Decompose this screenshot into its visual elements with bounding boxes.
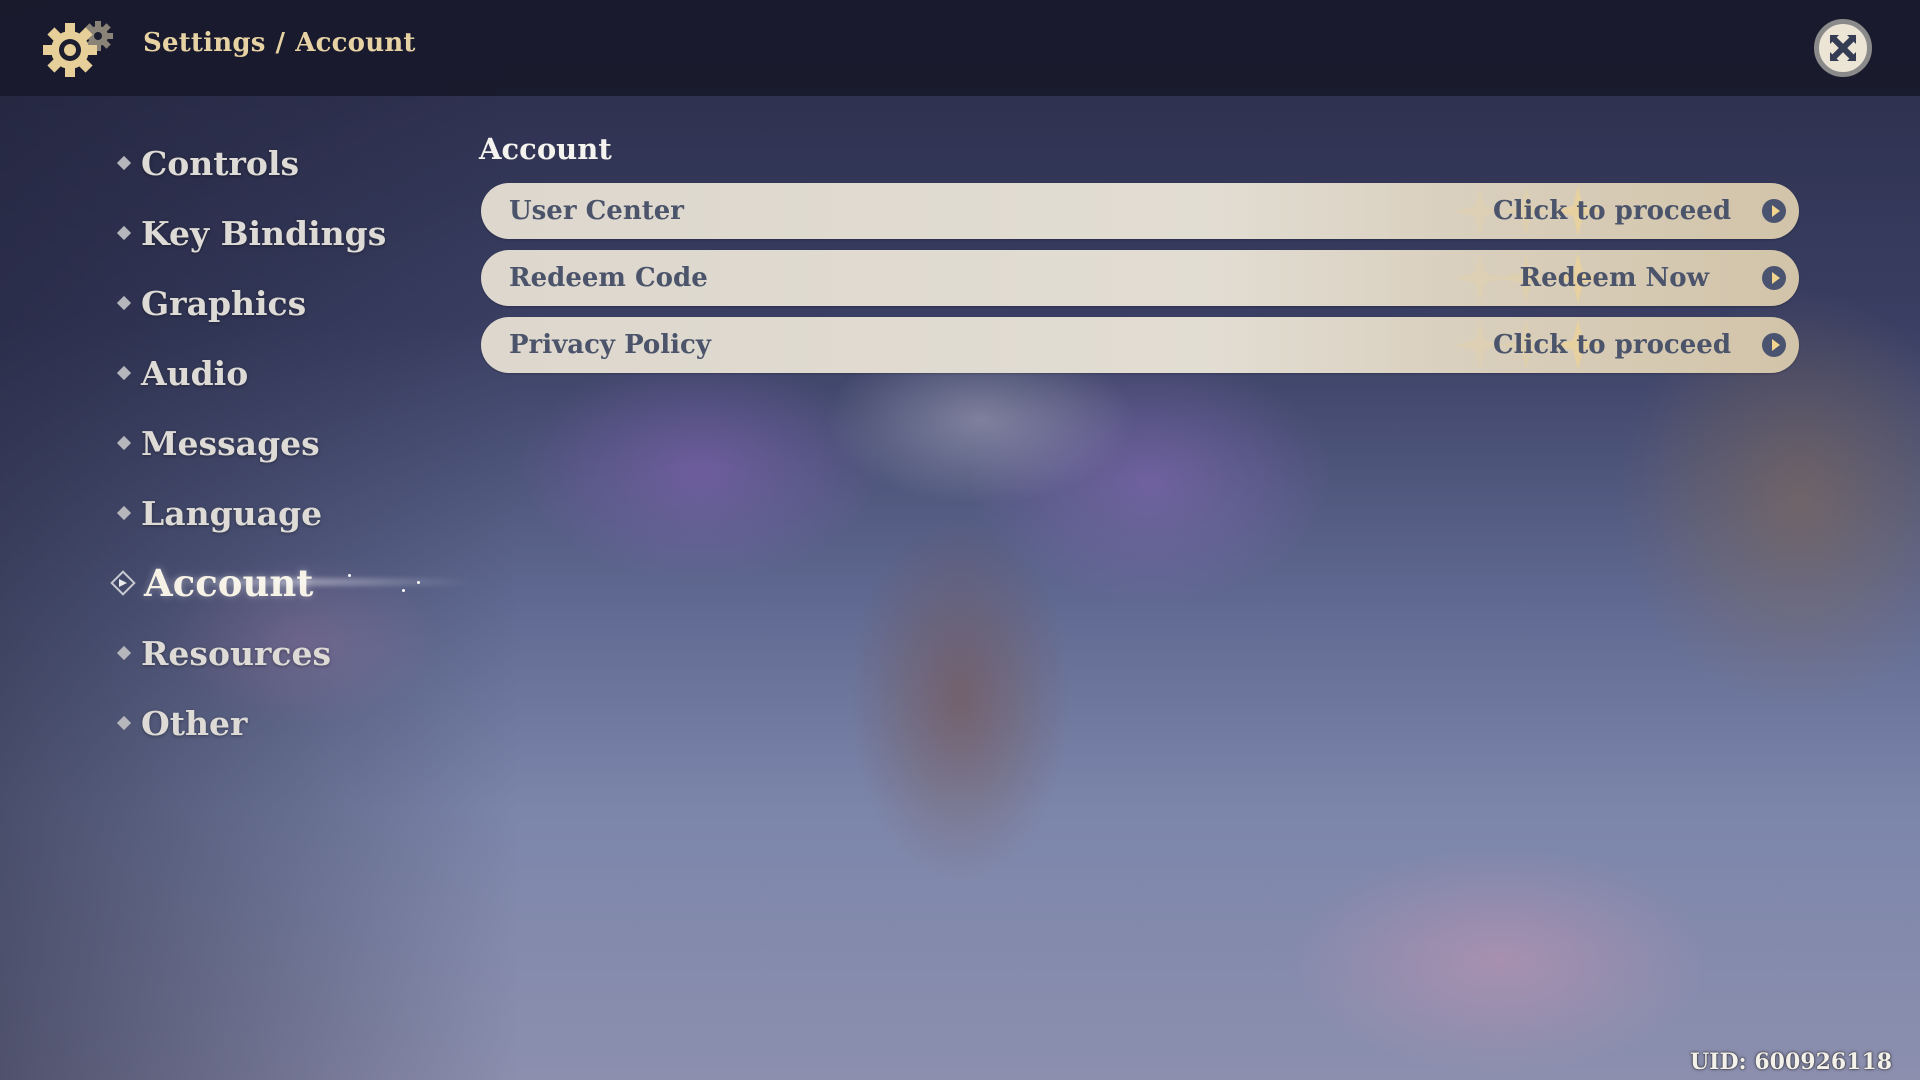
breadcrumb: Settings / Account xyxy=(143,28,416,58)
star-decoration-icon xyxy=(1455,253,1505,303)
section-title: Account xyxy=(479,132,612,166)
row-label: Privacy Policy xyxy=(509,330,711,360)
diamond-bullet-icon xyxy=(116,645,132,661)
sidebar-item-label: Key Bindings xyxy=(141,213,387,253)
row-privacy-policy[interactable]: Privacy Policy Click to proceed xyxy=(481,317,1799,373)
sidebar-nav: Controls Key Bindings Graphics Audio Mes… xyxy=(110,128,472,758)
diamond-bullet-icon xyxy=(116,365,132,381)
top-bar: Settings / Account xyxy=(0,0,1920,96)
close-icon xyxy=(1829,34,1857,62)
row-redeem-code[interactable]: Redeem Code Redeem Now xyxy=(481,250,1799,306)
arrow-right-circle-icon[interactable] xyxy=(1762,199,1786,223)
gear-icon xyxy=(43,21,113,77)
sidebar-item-label: Audio xyxy=(141,353,249,393)
sidebar-item-resources[interactable]: Resources xyxy=(112,618,386,688)
sidebar-item-label: Other xyxy=(141,703,248,743)
diamond-bullet-icon xyxy=(116,435,132,451)
close-button[interactable] xyxy=(1814,19,1872,77)
breadcrumb-account: Account xyxy=(295,28,416,58)
sparkle-icon xyxy=(402,589,405,592)
row-action-text[interactable]: Redeem Now xyxy=(1520,263,1709,293)
diamond-bullet-icon xyxy=(116,295,132,311)
breadcrumb-separator: / xyxy=(275,28,286,58)
row-action-text[interactable]: Click to proceed xyxy=(1493,196,1731,226)
sparkle-icon xyxy=(348,574,351,577)
diamond-bullet-icon xyxy=(116,505,132,521)
selected-diamond-icon xyxy=(110,570,136,596)
sidebar-item-audio[interactable]: Audio xyxy=(112,338,386,408)
account-options-list: User Center Click to proceed Redeem Code… xyxy=(481,183,1799,384)
uid-label: UID: 600926118 xyxy=(1690,1049,1893,1075)
sidebar-item-messages[interactable]: Messages xyxy=(112,408,386,478)
sidebar-item-label: Language xyxy=(141,493,323,533)
selection-glow xyxy=(142,578,472,586)
diamond-bullet-icon xyxy=(116,225,132,241)
diamond-bullet-icon xyxy=(116,155,132,171)
sidebar-item-key-bindings[interactable]: Key Bindings xyxy=(112,198,386,268)
sidebar-item-language[interactable]: Language xyxy=(112,478,386,548)
sidebar-item-controls[interactable]: Controls xyxy=(112,128,386,198)
sidebar-item-graphics[interactable]: Graphics xyxy=(112,268,386,338)
row-label: User Center xyxy=(509,196,684,226)
breadcrumb-settings[interactable]: Settings xyxy=(143,28,266,58)
arrow-right-circle-icon[interactable] xyxy=(1762,333,1786,357)
row-action-text[interactable]: Click to proceed xyxy=(1493,330,1731,360)
arrow-right-circle-icon[interactable] xyxy=(1762,266,1786,290)
sidebar-item-label: Controls xyxy=(141,143,300,183)
row-user-center[interactable]: User Center Click to proceed xyxy=(481,183,1799,239)
diamond-bullet-icon xyxy=(116,715,132,731)
sparkle-icon xyxy=(417,581,420,584)
sidebar-item-account[interactable]: Account xyxy=(110,548,472,618)
row-label: Redeem Code xyxy=(509,263,708,293)
sidebar-item-label: Graphics xyxy=(141,283,307,323)
sidebar-item-label: Resources xyxy=(141,633,332,673)
sidebar-item-label: Messages xyxy=(141,423,320,463)
sidebar-item-other[interactable]: Other xyxy=(112,688,386,758)
